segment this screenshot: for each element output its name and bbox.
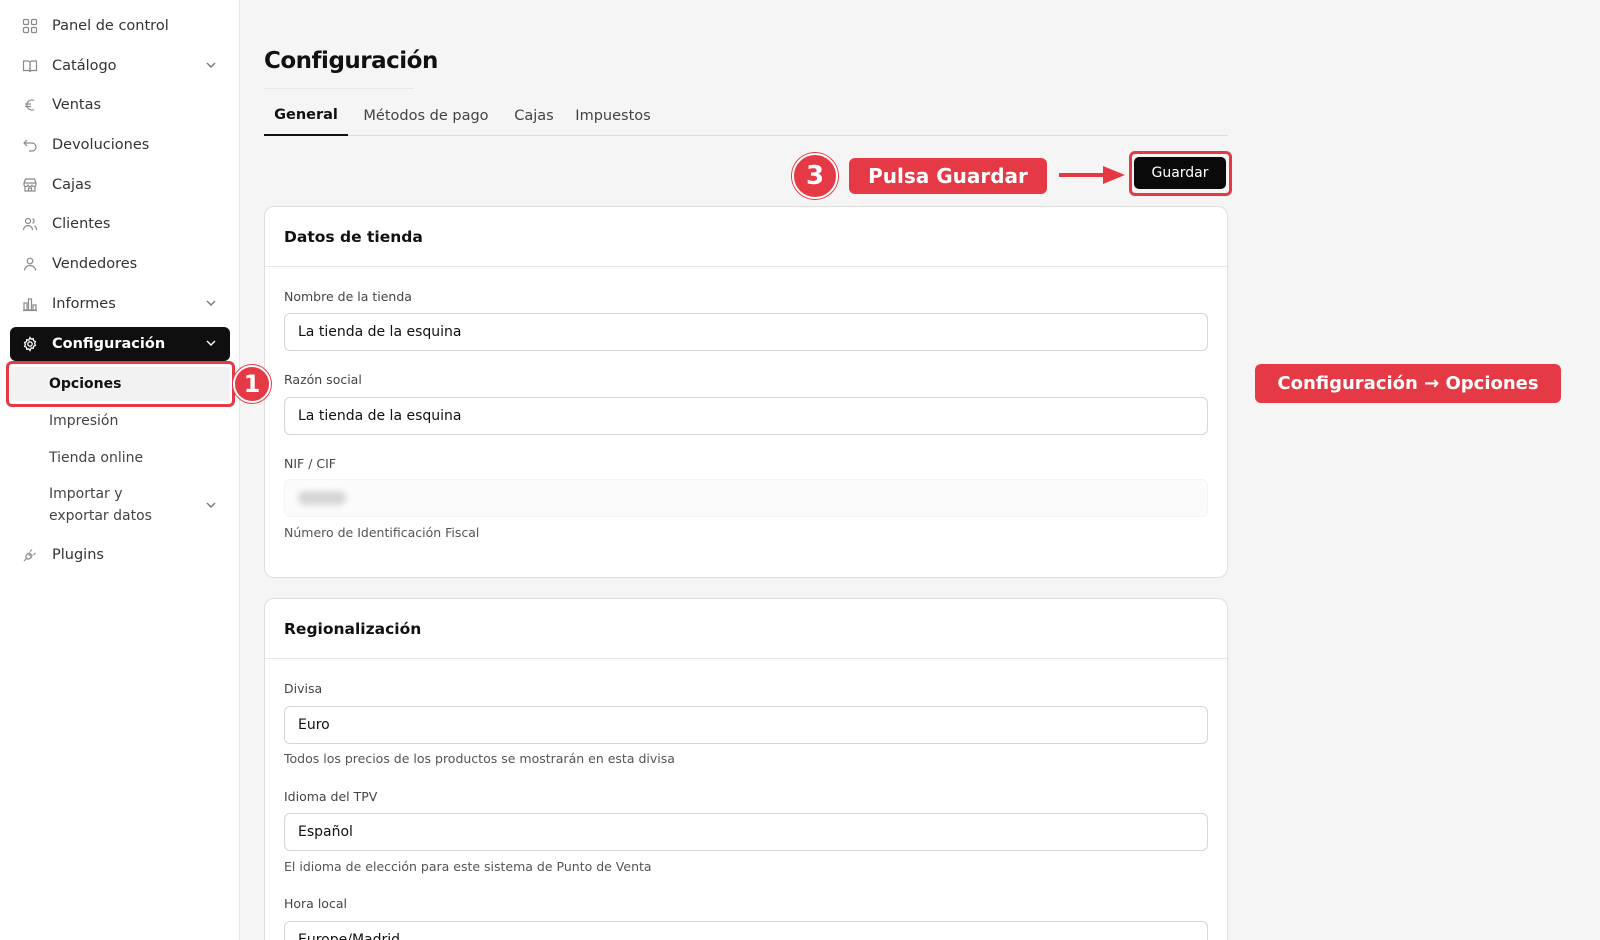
sidebar-item-label: Plugins	[52, 547, 104, 563]
legal-name-field[interactable]: La tienda de la esquina	[284, 397, 1208, 435]
store-name-label: Nombre de la tienda	[284, 289, 412, 304]
sidebar-subitem-label: Tienda online	[49, 450, 144, 466]
timezone-label: Hora local	[284, 896, 347, 911]
store-icon	[22, 177, 38, 193]
chevron-down-icon	[206, 300, 216, 306]
timezone-select[interactable]: Europe/Madrid	[284, 921, 1208, 940]
sidebar-item-label: Informes	[52, 296, 116, 312]
gear-icon	[22, 336, 38, 352]
sidebar-subitem-label: Impresión	[49, 413, 119, 429]
chevron-down-icon	[206, 340, 216, 346]
users-icon	[22, 216, 38, 232]
sidebar-item-label: Configuración	[52, 336, 166, 352]
sidebar-item-panel-de-control[interactable]: Panel de control	[10, 9, 230, 43]
sidebar-item-catalogo[interactable]: Catálogo	[10, 49, 230, 83]
currency-label: Divisa	[284, 681, 323, 696]
tab-cajas[interactable]: Cajas	[510, 96, 558, 136]
sidebar-item-ventas[interactable]: Ventas	[10, 88, 230, 122]
save-callout: Pulsa Guardar	[849, 158, 1047, 194]
sidebar-item-devoluciones[interactable]: Devoluciones	[10, 128, 230, 162]
dashboard-grid-icon	[22, 18, 38, 34]
language-select[interactable]: Español	[284, 813, 1208, 851]
nif-label: NIF / CIF	[284, 456, 336, 471]
regionalization-card: Regionalización Divisa Euro Todos los pr…	[264, 598, 1228, 940]
redacted-value	[298, 491, 346, 505]
sidebar-item-label: Vendedores	[52, 256, 138, 272]
tab-general[interactable]: General	[264, 96, 348, 136]
nif-field[interactable]	[284, 479, 1208, 517]
tab-impuestos[interactable]: Impuestos	[572, 96, 654, 136]
save-button-highlight	[1129, 151, 1232, 196]
sidebar-item-label: Devoluciones	[52, 137, 150, 153]
sidebar-item-configuracion[interactable]: Configuración	[10, 327, 230, 361]
sidebar-item-clientes[interactable]: Clientes	[10, 207, 230, 241]
sidebar-item-label: Catálogo	[52, 58, 117, 74]
title-divider	[264, 88, 414, 89]
language-label: Idioma del TPV	[284, 789, 378, 804]
config-path-callout: Configuración → Opciones	[1255, 364, 1561, 403]
chevron-down-icon	[206, 502, 216, 508]
opciones-highlight	[6, 361, 235, 407]
sidebar-item-cajas[interactable]: Cajas	[10, 168, 230, 202]
card-title: Datos de tienda	[265, 207, 1227, 267]
return-arrow-icon	[22, 137, 38, 153]
sidebar-subitem-impresion[interactable]: Impresión	[10, 404, 230, 438]
euro-icon	[22, 97, 38, 113]
sidebar-subitem-importar-exportar[interactable]: Importar y exportar datos	[10, 482, 230, 528]
sidebar-item-vendedores[interactable]: Vendedores	[10, 247, 230, 281]
sidebar-subitem-label: Importar y exportar datos	[49, 486, 152, 524]
legal-name-label: Razón social	[284, 372, 362, 387]
sidebar-item-label: Panel de control	[52, 18, 169, 34]
chevron-down-icon	[206, 62, 216, 68]
arrow-right-icon	[1059, 166, 1125, 184]
nif-help-text: Número de Identificación Fiscal	[284, 525, 480, 540]
sidebar-item-label: Cajas	[52, 177, 92, 193]
sidebar-item-plugins[interactable]: Plugins	[10, 538, 230, 572]
sidebar-item-label: Ventas	[52, 97, 102, 113]
store-data-card: Datos de tienda Nombre de la tienda La t…	[264, 206, 1228, 578]
tab-metodos-de-pago[interactable]: Métodos de pago	[356, 96, 496, 136]
sidebar: Panel de control Catálogo Ventas Devoluc…	[0, 0, 240, 940]
currency-select[interactable]: Euro	[284, 706, 1208, 744]
plug-icon	[22, 547, 38, 563]
user-icon	[22, 256, 38, 272]
language-help-text: El idioma de elección para este sistema …	[284, 859, 652, 874]
sidebar-item-informes[interactable]: Informes	[10, 287, 230, 321]
book-icon	[22, 58, 38, 74]
currency-help-text: Todos los precios de los productos se mo…	[284, 751, 675, 766]
bar-chart-icon	[22, 296, 38, 312]
store-name-field[interactable]: La tienda de la esquina	[284, 313, 1208, 351]
sidebar-subitem-tienda-online[interactable]: Tienda online	[10, 441, 230, 475]
step-1-badge: 1	[233, 365, 271, 403]
card-title: Regionalización	[265, 599, 1227, 659]
settings-tabs: General Métodos de pago Cajas Impuestos	[264, 96, 1228, 136]
sidebar-item-label: Clientes	[52, 216, 111, 232]
page-title: Configuración	[264, 48, 438, 74]
step-3-badge: 3	[792, 153, 838, 199]
